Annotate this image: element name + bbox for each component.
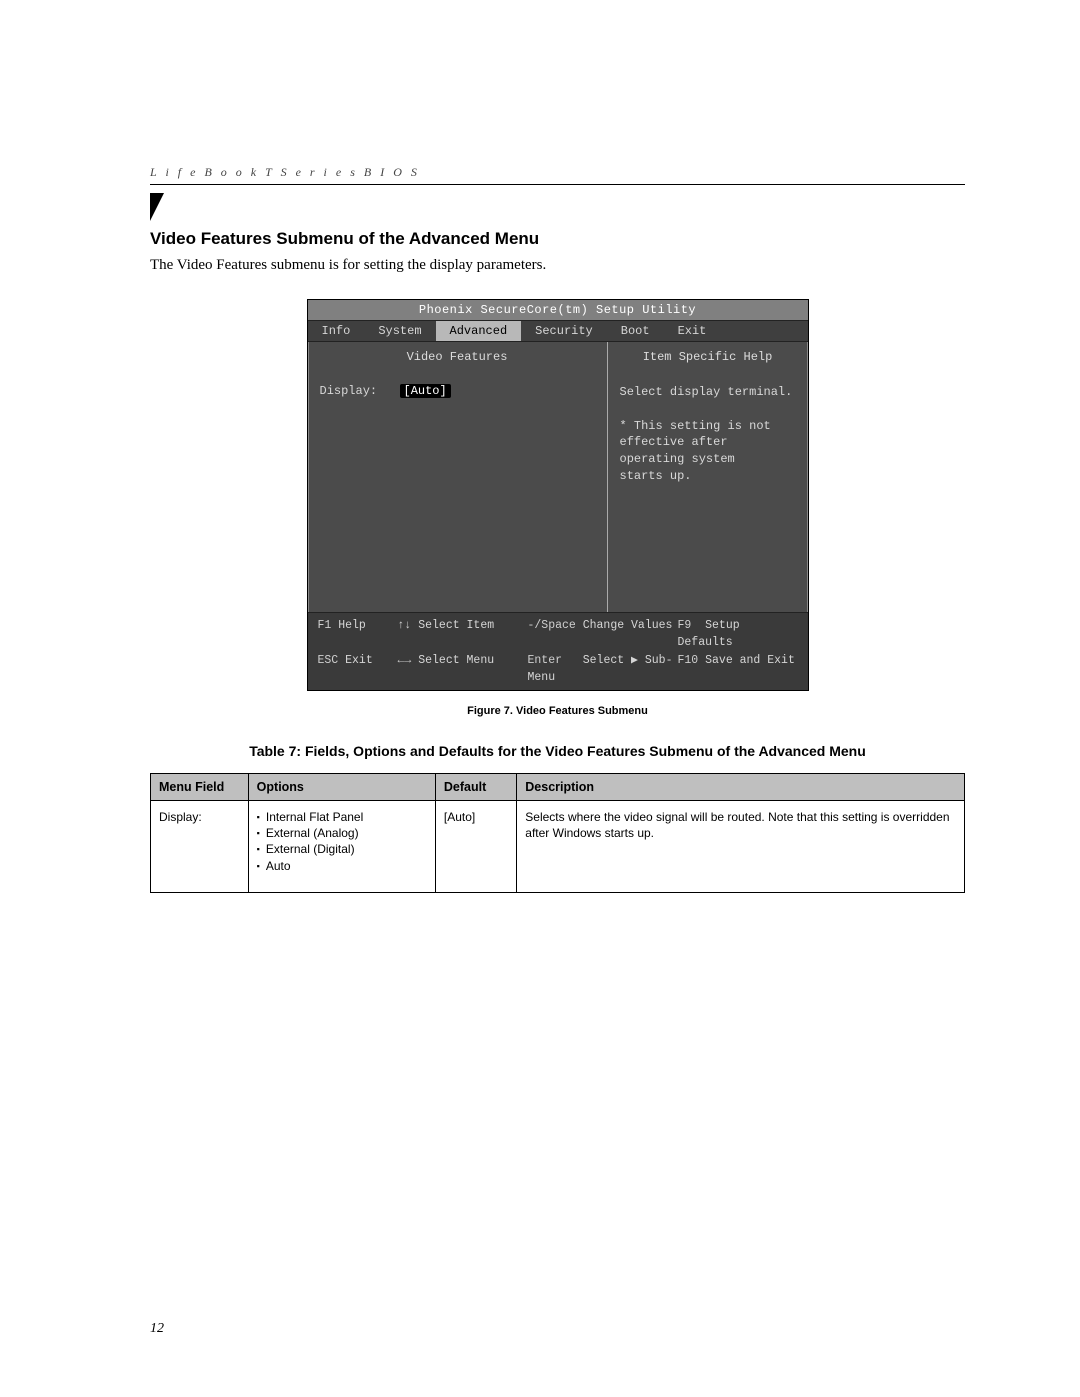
figure-caption: Figure 7. Video Features Submenu [150, 705, 965, 717]
bios-field-label: Display: [320, 384, 400, 398]
page-number: 12 [150, 1321, 164, 1337]
bios-help-body: Select display terminal. * This setting … [620, 384, 796, 485]
bios-tab-advanced[interactable]: Advanced [436, 321, 522, 341]
cell-description: Selects where the video signal will be r… [517, 801, 965, 893]
table-title: Table 7: Fields, Options and Defaults fo… [150, 743, 965, 759]
cell-options: Internal Flat Panel External (Analog) Ex… [248, 801, 435, 893]
th-description: Description [517, 774, 965, 801]
footer-label: Help [338, 619, 366, 632]
footer-label: Change Values [583, 619, 673, 632]
footer-label: Save and Exit [705, 654, 795, 667]
bios-field-row: Display: [Auto] [320, 384, 595, 398]
bios-panel-title: Video Features [320, 350, 595, 364]
lead-paragraph: The Video Features submenu is for settin… [150, 257, 965, 274]
footer-key: ESC [318, 654, 339, 667]
footer-label: Exit [345, 654, 373, 667]
option-item: Internal Flat Panel [257, 809, 427, 825]
th-default: Default [435, 774, 516, 801]
bios-screenshot: Phoenix SecureCore(tm) Setup Utility Inf… [307, 299, 809, 691]
bios-tab-boot[interactable]: Boot [607, 321, 664, 341]
bios-tab-exit[interactable]: Exit [664, 321, 721, 341]
bios-tab-system[interactable]: System [364, 321, 435, 341]
footer-key: F9 [678, 619, 692, 632]
bios-help-panel: Item Specific Help Select display termin… [608, 342, 808, 612]
bios-tab-info[interactable]: Info [308, 321, 365, 341]
footer-key: Enter [528, 654, 563, 667]
footer-key: -/Space [528, 619, 576, 632]
arrow-leftright-icon: ←→ [398, 654, 412, 667]
footer-label: Select Menu [418, 654, 494, 667]
option-item: External (Analog) [257, 825, 427, 841]
option-item: External (Digital) [257, 841, 427, 857]
table-header-row: Menu Field Options Default Description [151, 774, 965, 801]
bios-tab-bar: Info System Advanced Security Boot Exit [308, 320, 808, 342]
section-title: Video Features Submenu of the Advanced M… [150, 229, 965, 249]
cell-menu-field: Display: [151, 801, 249, 893]
options-table: Menu Field Options Default Description D… [150, 773, 965, 893]
th-menu-field: Menu Field [151, 774, 249, 801]
cell-default: [Auto] [435, 801, 516, 893]
bios-utility-title: Phoenix SecureCore(tm) Setup Utility [308, 300, 808, 320]
bios-left-panel: Video Features Display: [Auto] [308, 342, 608, 612]
table-row: Display: Internal Flat Panel External (A… [151, 801, 965, 893]
arrow-updown-icon: ↑↓ [398, 619, 412, 632]
running-header: L i f e B o o k T S e r i e s B I O S [150, 165, 965, 185]
footer-key: F1 [318, 619, 332, 632]
bios-field-value[interactable]: [Auto] [400, 384, 451, 398]
footer-key: F10 [678, 654, 699, 667]
option-item: Auto [257, 858, 427, 874]
th-options: Options [248, 774, 435, 801]
bios-tab-security[interactable]: Security [521, 321, 607, 341]
header-flag-icon [150, 193, 164, 221]
footer-label: Select Item [418, 619, 494, 632]
bios-footer: F1 Help ↑↓ Select Item -/Space Change Va… [308, 612, 808, 690]
bios-help-title: Item Specific Help [620, 350, 796, 364]
